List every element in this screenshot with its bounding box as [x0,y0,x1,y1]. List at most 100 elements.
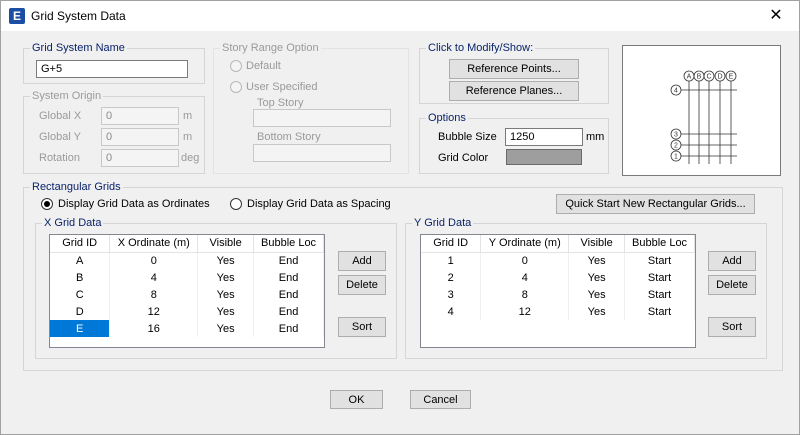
grid-color-label: Grid Color [438,152,489,164]
visible-cell[interactable]: Yes [568,269,626,286]
ordinate-cell[interactable]: 4 [480,269,570,286]
grid-id-cell[interactable]: A [50,252,111,269]
visible-cell[interactable]: Yes [197,269,255,286]
visible-cell[interactable]: Yes [197,303,255,320]
visible-cell[interactable]: Yes [197,320,255,337]
table-row[interactable]: 4 12 Yes Start [421,303,695,320]
table-row[interactable]: C 8 Yes End [50,286,324,303]
column-header[interactable]: Bubble Loc [253,235,324,253]
column-header[interactable]: Visible [197,235,255,253]
display-spacing-radio[interactable] [230,198,242,210]
grid-id-cell[interactable]: 2 [421,269,482,286]
ordinate-cell[interactable]: 12 [109,303,199,320]
cancel-button[interactable]: Cancel [410,390,471,409]
column-header[interactable]: Grid ID [50,235,111,253]
grid-id-cell[interactable]: C [50,286,111,303]
table-row[interactable]: 2 4 Yes Start [421,269,695,286]
grid-id-cell[interactable]: 1 [421,252,482,269]
column-header[interactable]: Visible [568,235,626,253]
global-x-input[interactable] [101,107,179,125]
story-range-label: Story Range Option [220,42,321,55]
default-radio-label: Default [246,60,281,72]
bubble-size-input[interactable] [505,128,583,146]
ordinate-cell[interactable]: 8 [109,286,199,303]
global-x-label: Global X [39,110,82,122]
rectangular-grids-label: Rectangular Grids [30,181,123,194]
table-row-selected[interactable]: E 16 Yes End [50,320,324,337]
top-story-select[interactable] [253,109,391,127]
user-specified-radio[interactable] [230,81,242,93]
visible-cell[interactable]: Yes [568,286,626,303]
bubble-loc-cell[interactable]: Start [624,303,695,320]
bubble-label-a: A [687,74,692,81]
column-header[interactable]: X Ordinate (m) [109,235,199,253]
reference-points-button[interactable]: Reference Points... [449,59,579,79]
rotation-unit: deg [181,152,200,164]
grid-system-name-input[interactable] [36,60,188,78]
grid-system-dialog: E Grid System Data ✕ Grid System Name Sy… [0,0,800,435]
ordinate-cell[interactable]: 16 [109,320,199,337]
app-icon: E [9,8,25,24]
visible-cell[interactable]: Yes [197,286,255,303]
grid-preview-drawing: A B C D E 4 3 2 1 [670,70,737,164]
y-grid-header-row: Grid ID Y Ordinate (m) Visible Bubble Lo… [421,235,695,253]
column-header[interactable]: Grid ID [421,235,482,253]
bubble-loc-cell[interactable]: Start [624,269,695,286]
ok-button[interactable]: OK [330,390,383,409]
column-header[interactable]: Y Ordinate (m) [480,235,570,253]
visible-cell[interactable]: Yes [197,252,255,269]
bubble-size-unit: mm [586,131,605,143]
grid-id-cell[interactable]: 3 [421,286,482,303]
y-grid-table-box: Grid ID Y Ordinate (m) Visible Bubble Lo… [420,234,696,348]
grid-system-name-label: Grid System Name [30,42,127,55]
x-sort-button[interactable]: Sort [338,317,386,337]
ordinate-cell[interactable]: 0 [480,252,570,269]
ordinate-cell[interactable]: 12 [480,303,570,320]
display-ordinates-radio[interactable] [41,198,53,210]
bubble-loc-cell[interactable]: End [253,320,324,337]
ordinate-cell[interactable]: 4 [109,269,199,286]
table-row[interactable]: 3 8 Yes Start [421,286,695,303]
bottom-story-select[interactable] [253,144,391,162]
visible-cell[interactable]: Yes [568,303,626,320]
grid-id-cell[interactable]: D [50,303,111,320]
column-header[interactable]: Bubble Loc [624,235,695,253]
grid-id-cell[interactable]: E [50,320,111,337]
user-specified-radio-label: User Specified [246,81,318,93]
x-add-button[interactable]: Add [338,251,386,271]
y-delete-button[interactable]: Delete [708,275,756,295]
title-bar: E Grid System Data ✕ [1,1,799,31]
quick-start-button[interactable]: Quick Start New Rectangular Grids... [556,194,755,214]
x-grid-header-row: Grid ID X Ordinate (m) Visible Bubble Lo… [50,235,324,253]
bubble-loc-cell[interactable]: End [253,252,324,269]
close-icon[interactable]: ✕ [761,4,791,28]
bubble-loc-cell[interactable]: Start [624,252,695,269]
y-sort-button[interactable]: Sort [708,317,756,337]
grid-id-cell[interactable]: B [50,269,111,286]
grid-color-swatch[interactable] [506,149,582,165]
ordinate-cell[interactable]: 0 [109,252,199,269]
reference-planes-button[interactable]: Reference Planes... [449,81,579,101]
bubble-loc-cell[interactable]: End [253,286,324,303]
system-origin-label: System Origin [30,90,104,103]
x-delete-button[interactable]: Delete [338,275,386,295]
y-grid-label: Y Grid Data [412,217,474,230]
ordinate-cell[interactable]: 8 [480,286,570,303]
bubble-loc-cell[interactable]: Start [624,286,695,303]
global-y-input[interactable] [101,128,179,146]
bubble-label-c: C [706,74,711,81]
default-radio[interactable] [230,60,242,72]
table-row[interactable]: A 0 Yes End [50,252,324,269]
table-row[interactable]: B 4 Yes End [50,269,324,286]
bubble-label-b: B [697,74,702,81]
grid-id-cell[interactable]: 4 [421,303,482,320]
table-row[interactable]: D 12 Yes End [50,303,324,320]
rotation-input[interactable] [101,149,179,167]
bubble-loc-cell[interactable]: End [253,303,324,320]
rotation-label: Rotation [39,152,80,164]
options-group: Options [419,112,609,174]
visible-cell[interactable]: Yes [568,252,626,269]
y-add-button[interactable]: Add [708,251,756,271]
table-row[interactable]: 1 0 Yes Start [421,252,695,269]
bubble-loc-cell[interactable]: End [253,269,324,286]
